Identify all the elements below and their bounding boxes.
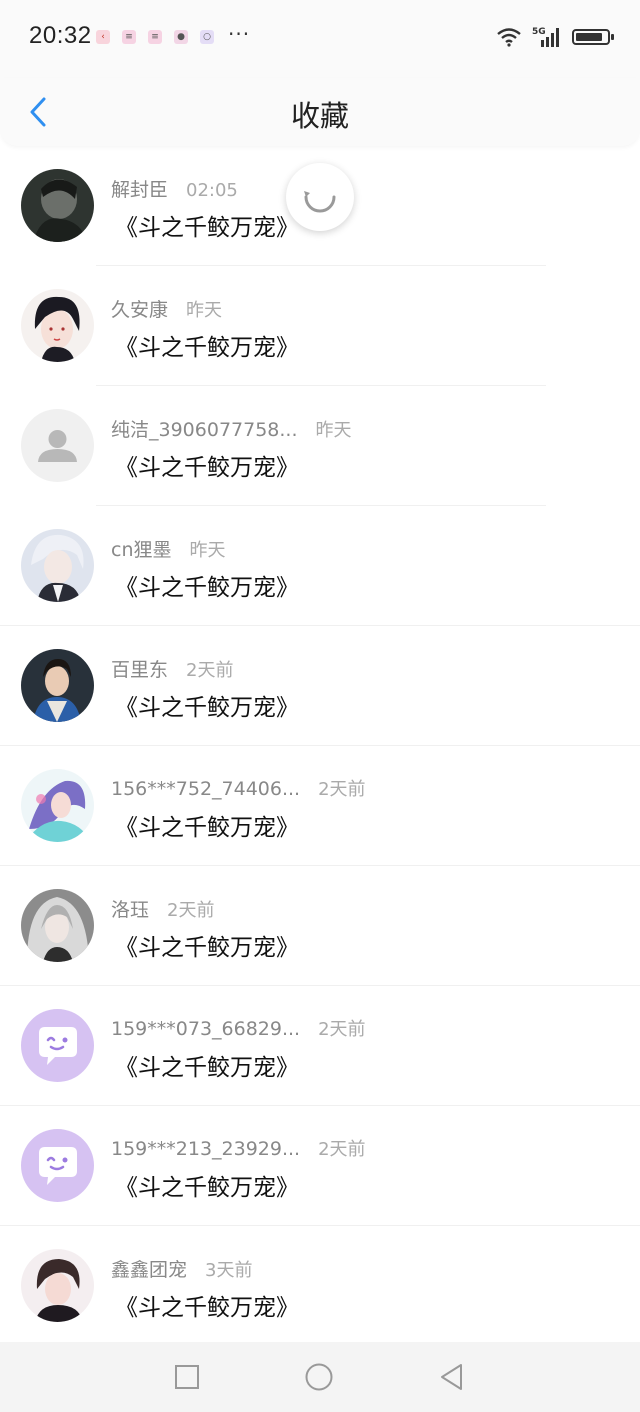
avatar	[21, 769, 94, 842]
item-content: 《斗之千鲛万宠》	[115, 575, 299, 601]
item-content: 《斗之千鲛万宠》	[115, 335, 299, 361]
chat-bubble-face-icon	[21, 1129, 94, 1202]
avatar	[21, 409, 94, 482]
chat-bubble-face-icon	[21, 1009, 94, 1082]
item-time: 昨天	[315, 420, 352, 441]
pink-app-icon: ‹	[96, 30, 110, 44]
list-item[interactable]: 洛珏 2天前 《斗之千鲛万宠》	[0, 866, 640, 986]
status-time: 20:32	[29, 22, 92, 49]
status-icons: 5G	[496, 26, 614, 48]
pink-app-icon: ≡	[148, 30, 162, 44]
item-time: 昨天	[186, 300, 223, 321]
item-content: 《斗之千鲛万宠》	[115, 455, 299, 481]
avatar	[21, 1009, 94, 1082]
avatar	[21, 529, 94, 602]
list-item[interactable]: cn狸墨 昨天 《斗之千鲛万宠》	[0, 506, 640, 626]
item-time: 3天前	[205, 1260, 253, 1281]
battery-icon	[572, 29, 614, 45]
item-time: 昨天	[189, 540, 226, 561]
item-time: 2天前	[318, 1019, 366, 1040]
item-time: 02:05	[186, 180, 238, 201]
square-recents-icon	[175, 1365, 199, 1389]
item-content: 《斗之千鲛万宠》	[115, 1055, 299, 1081]
item-time: 2天前	[167, 900, 215, 921]
circle-home-icon	[305, 1363, 333, 1391]
status-bar: 20:32 ‹ ≡ ≡ ● ○ ··· 5G	[0, 0, 640, 78]
list-item[interactable]: 159***073_66829... 2天前 《斗之千鲛万宠》	[0, 986, 640, 1106]
system-nav-bar	[0, 1342, 640, 1412]
item-name: 156***752_74406...	[111, 778, 301, 800]
list-item[interactable]: 久安康 昨天 《斗之千鲛万宠》	[0, 266, 640, 386]
item-name: 久安康	[111, 299, 169, 321]
home-button[interactable]	[304, 1362, 334, 1392]
refresh-spinner-icon	[304, 191, 336, 213]
list-item[interactable]: 纯洁_3906077758... 昨天 《斗之千鲛万宠》	[0, 386, 640, 506]
item-content: 《斗之千鲛万宠》	[115, 215, 299, 241]
item-name: 百里东	[111, 659, 169, 681]
item-name: 159***073_66829...	[111, 1018, 301, 1040]
more-notifications-icon: ···	[228, 22, 251, 46]
item-time: 2天前	[318, 1139, 366, 1160]
avatar	[21, 1249, 94, 1322]
list-item[interactable]: 159***213_23929... 2天前 《斗之千鲛万宠》	[0, 1106, 640, 1226]
item-name: 解封臣	[111, 179, 169, 201]
avatar	[21, 169, 94, 242]
header-bar: 收藏	[0, 78, 640, 146]
item-content: 《斗之千鲛万宠》	[115, 1295, 299, 1321]
list-item[interactable]: 鑫鑫团宠 3天前 《斗之千鲛万宠》	[0, 1226, 640, 1346]
item-name: cn狸墨	[111, 539, 172, 561]
item-time: 2天前	[186, 660, 234, 681]
list-item[interactable]: 156***752_74406... 2天前 《斗之千鲛万宠》	[0, 746, 640, 866]
triangle-back-icon	[441, 1364, 462, 1390]
loading-indicator	[286, 163, 354, 231]
avatar	[21, 649, 94, 722]
notification-icons: ‹ ≡ ≡ ● ○	[96, 30, 214, 44]
item-content: 《斗之千鲛万宠》	[115, 935, 299, 961]
svg-text:5G: 5G	[532, 27, 546, 37]
back-nav-button[interactable]	[437, 1362, 467, 1392]
item-content: 《斗之千鲛万宠》	[115, 1175, 299, 1201]
item-name: 纯洁_3906077758...	[111, 419, 298, 441]
avatar	[21, 1129, 94, 1202]
avatar	[21, 289, 94, 362]
item-name: 159***213_23929...	[111, 1138, 301, 1160]
item-content: 《斗之千鲛万宠》	[115, 695, 299, 721]
default-person-icon	[21, 409, 94, 482]
item-name: 鑫鑫团宠	[111, 1259, 188, 1281]
signal-5g-icon: 5G	[532, 27, 559, 47]
blue-app-icon: ○	[200, 30, 214, 44]
avatar	[21, 889, 94, 962]
page-title: 收藏	[290, 99, 349, 133]
battery-level	[576, 33, 602, 41]
favorites-list: 解封臣 02:05 《斗之千鲛万宠》 久安康 昨天 《斗之千鲛万宠》 纯洁_39…	[0, 146, 640, 1346]
item-name: 洛珏	[111, 899, 150, 921]
pink-app-icon: ●	[174, 30, 188, 44]
item-time: 2天前	[318, 779, 366, 800]
recents-button[interactable]	[172, 1362, 202, 1392]
wifi-icon	[497, 28, 521, 47]
item-content: 《斗之千鲛万宠》	[115, 815, 299, 841]
pink-app-icon: ≡	[122, 30, 136, 44]
list-item[interactable]: 百里东 2天前 《斗之千鲛万宠》	[0, 626, 640, 746]
